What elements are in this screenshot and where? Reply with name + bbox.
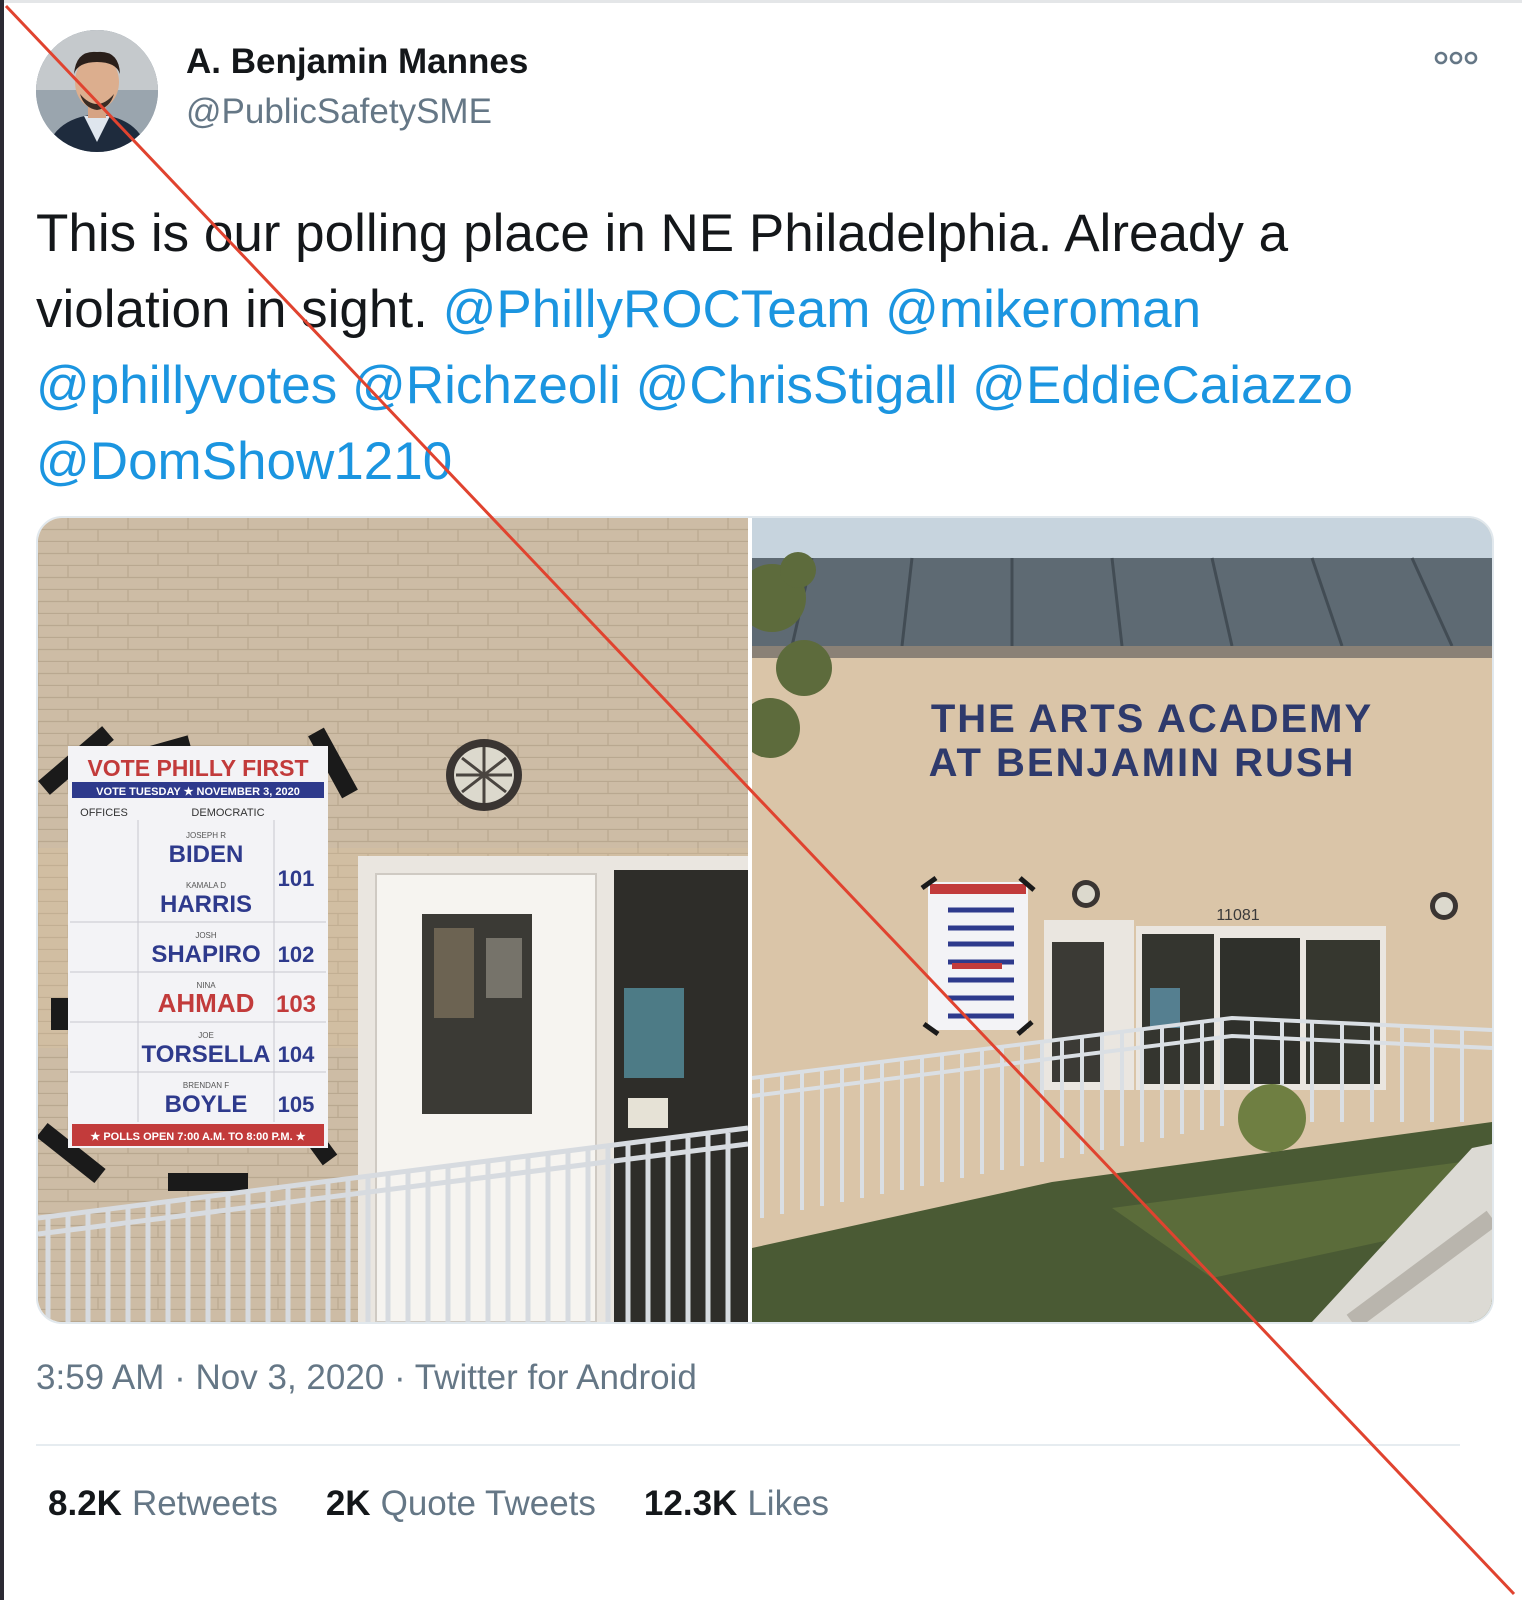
stat-label: Retweets	[131, 1484, 278, 1523]
candidate-last-name: TORSELLA	[142, 1041, 271, 1068]
divider	[36, 1444, 1460, 1446]
tweet-source[interactable]: Twitter for Android	[415, 1358, 697, 1397]
photo-building-front[interactable]: THE ARTS ACADEMY AT BENJAMIN RUSH 11081	[752, 518, 1492, 1322]
candidate-number: 102	[278, 942, 315, 967]
avatar-image	[36, 30, 158, 152]
tweet-text-fragment: violation in sight.	[36, 280, 443, 339]
tweet-text-line: This is our polling place in NE Philadel…	[36, 204, 1289, 263]
candidate-first-name: JOE	[198, 1031, 214, 1040]
building-sign-line2: AT BENJAMIN RUSH	[929, 741, 1356, 785]
building-sign-line1: THE ARTS ACADEMY	[931, 697, 1373, 741]
stat-label: Likes	[747, 1484, 830, 1523]
candidate-first-name: JOSEPH R	[186, 831, 226, 840]
sign-footer: ★ POLLS OPEN 7:00 A.M. TO 8:00 P.M. ★	[90, 1131, 305, 1143]
sign-title: VOTE PHILLY FIRST	[87, 755, 308, 781]
tweet-stats: 8.2K Retweets 2K Quote Tweets 12.3K Likes	[48, 1484, 877, 1524]
tweet-meta: 3:59 AM · Nov 3, 2020 · Twitter for Andr…	[36, 1358, 697, 1398]
mention-link[interactable]: @ChrisStigall	[636, 356, 958, 415]
sign-subtitle: VOTE TUESDAY ★ NOVEMBER 3, 2020	[96, 786, 300, 798]
mention-link[interactable]: @Richzeoli	[352, 356, 621, 415]
tweet-text: This is our polling place in NE Philadel…	[36, 196, 1476, 500]
author-handle[interactable]: @PublicSafetySME	[186, 92, 492, 132]
avatar[interactable]	[36, 30, 158, 152]
mention-link[interactable]: @DomShow1210	[36, 432, 452, 491]
address-number: 11081	[1216, 907, 1259, 924]
author-display-name[interactable]: A. Benjamin Mannes	[186, 42, 528, 82]
candidate-last-name: AHMAD	[158, 988, 255, 1018]
window-top-edge	[0, 0, 1522, 3]
tweet-timestamp[interactable]: 3:59 AM · Nov 3, 2020 ·	[36, 1358, 415, 1397]
more-options-button[interactable]	[1434, 50, 1498, 78]
candidate-number: 101	[278, 866, 315, 891]
mention-link[interactable]: @mikeroman	[885, 280, 1201, 339]
more-horizontal-icon	[1434, 51, 1478, 65]
quote-tweets-stat[interactable]: 2K Quote Tweets	[326, 1484, 596, 1524]
stat-count: 2K	[325, 1484, 371, 1523]
candidate-last-name: BIDEN	[169, 841, 244, 868]
candidate-first-name: BRENDAN F	[183, 1081, 229, 1090]
sign-col-party: DEMOCRATIC	[191, 807, 264, 819]
candidate-last-name: SHAPIRO	[151, 941, 260, 968]
stat-count: 12.3K	[643, 1484, 738, 1523]
mention-link[interactable]: @EddieCaiazzo	[972, 356, 1353, 415]
mention-link[interactable]: @phillyvotes	[36, 356, 337, 415]
retweets-stat[interactable]: 8.2K Retweets	[48, 1484, 278, 1524]
candidate-first-name: JOSH	[195, 931, 217, 940]
candidate-last-name: BOYLE	[165, 1091, 248, 1118]
tweet-media: VOTE PHILLY FIRST VOTE TUESDAY ★ NOVEMBE…	[36, 516, 1494, 1324]
candidate-number: 104	[278, 1042, 315, 1067]
poster-door-image: VOTE PHILLY FIRST VOTE TUESDAY ★ NOVEMBE…	[38, 518, 748, 1322]
mention-link[interactable]: @PhillyROCTeam	[443, 280, 871, 339]
building-front-image: THE ARTS ACADEMY AT BENJAMIN RUSH 11081	[752, 518, 1492, 1322]
sign-col-offices: OFFICES	[80, 807, 128, 819]
candidate-last-name: HARRIS	[160, 891, 252, 918]
tweet-text-line: @DomShow1210	[36, 424, 1476, 500]
likes-stat[interactable]: 12.3K Likes	[644, 1484, 829, 1524]
candidate-number: 105	[278, 1092, 315, 1117]
candidate-number: 103	[276, 991, 316, 1018]
photo-poster-door[interactable]: VOTE PHILLY FIRST VOTE TUESDAY ★ NOVEMBE…	[38, 518, 748, 1322]
tweet-text-line: @phillyvotes @Richzeoli @ChrisStigall @E…	[36, 348, 1476, 424]
window-left-edge	[0, 0, 4, 1600]
tweet-text-line: violation in sight. @PhillyROCTeam @mike…	[36, 272, 1476, 348]
candidate-first-name: KAMALA D	[186, 881, 226, 890]
stat-count: 8.2K	[48, 1484, 122, 1523]
stat-label: Quote Tweets	[380, 1484, 596, 1523]
